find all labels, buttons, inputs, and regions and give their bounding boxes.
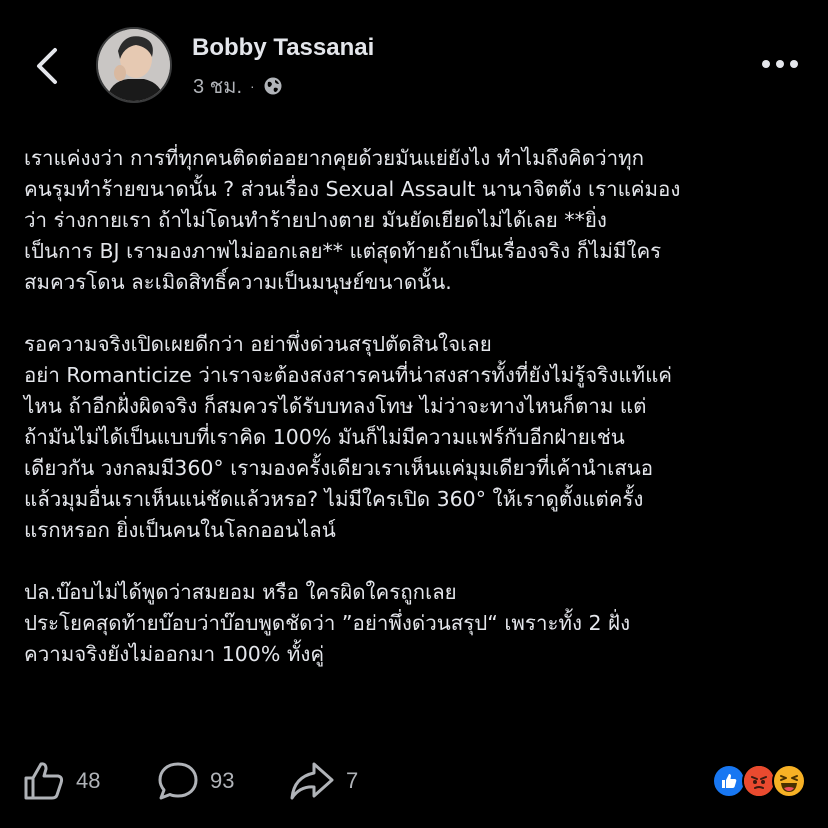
globe-icon (264, 77, 282, 95)
comment-bubble-icon (158, 762, 198, 800)
post-body: เราแค่งงว่า การที่ทุกคนติดต่ออยากคุยด้วย… (24, 143, 814, 670)
thumbs-up-icon (24, 762, 64, 800)
post-line: อย่า Romanticize ว่าเราจะต้องสงสารคนที่น… (24, 363, 672, 387)
post-line: ไหน ถ้าอีกฝั่งผิดจริง ก็สมควรได้รับบทลงโ… (24, 394, 647, 418)
post-line: ประโยคสุดท้ายบ๊อบว่าบ๊อบพูดชัดว่า ”อย่าพ… (24, 611, 631, 635)
reaction-summary[interactable] (712, 764, 812, 800)
chevron-left-icon[interactable] (30, 44, 64, 88)
share-arrow-icon (290, 762, 334, 800)
post-line: เราแค่งงว่า การที่ทุกคนติดต่ออยากคุยด้วย… (24, 146, 645, 170)
post-line: สมควรโดน ละเมิดสิทธิ์ความเป็นมนุษย์ขนาดน… (24, 270, 452, 294)
post-line: เดียวกัน วงกลมมี360° เรามองครั้งเดียวเรา… (24, 456, 654, 480)
share-button[interactable]: 7 (288, 760, 358, 802)
comment-count: 93 (210, 768, 235, 793)
avatar-portrait (98, 29, 170, 101)
post-line: แล้วมุมอื่นเราเห็นแน่ชัดแล้วหรอ? ไม่มีใค… (24, 487, 644, 511)
author-name[interactable]: Bobby Tassanai (192, 34, 374, 62)
post-screen: Bobby Tassanai 3 ชม. · เราแค่งงว่า การที… (0, 0, 828, 828)
post-line: รอความจริงเปิดเผยดีกว่า อย่าพึ่งด่วนสรุป… (24, 332, 492, 356)
post-line: ปล.บ๊อบไม่ได้พูดว่าสมยอม หรือ ใครผิดใครถ… (24, 580, 457, 604)
separator: · (250, 78, 255, 94)
action-bar: 48 93 7 (22, 760, 812, 804)
post-line: เป็นการ BJ เรามองภาพไม่ออกเลย** แต่สุดท้… (24, 239, 662, 263)
post-line: ว่า ร่างกายเรา ถ้าไม่โดนทำร้ายปางตาย มัน… (24, 208, 607, 232)
like-reaction-icon (712, 764, 746, 798)
post-meta: 3 ชม. · (193, 70, 283, 102)
comment-button[interactable]: 93 (156, 760, 234, 802)
share-count: 7 (346, 768, 359, 793)
post-line: ถ้ามันไม่ได้เป็นแบบที่เราคิด 100% มันก็ไ… (24, 425, 625, 449)
haha-reaction-icon (772, 764, 806, 798)
post-line: คนรุมทำร้ายขนาดนั้น ? ส่วนเรื่อง Sexual … (24, 177, 681, 201)
angry-reaction-icon (742, 764, 776, 798)
like-button[interactable]: 48 (22, 760, 100, 802)
post-line: ความจริงยังไม่ออกมา 100% ทั้งคู่ (24, 642, 325, 666)
avatar[interactable] (96, 27, 172, 103)
ellipsis-icon[interactable] (758, 52, 802, 76)
like-count: 48 (76, 768, 101, 793)
post-line: แรกหรอก ยิ่งเป็นคนในโลกออนไลน์ (24, 518, 336, 542)
timestamp[interactable]: 3 ชม. (193, 70, 242, 102)
